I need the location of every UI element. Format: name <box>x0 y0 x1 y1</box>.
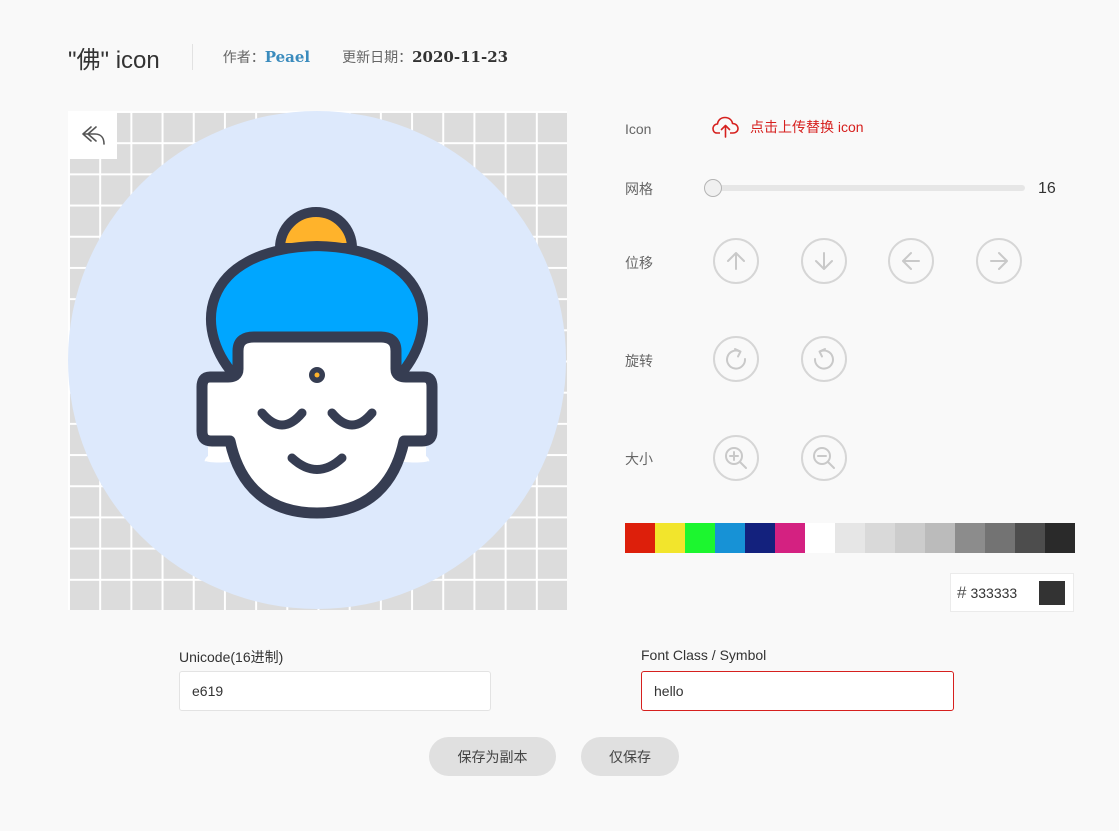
color-preview-swatch[interactable] <box>1039 580 1065 605</box>
page-header: "佛" icon 作者： Peael 更新日期： 2020-11-23 <box>68 40 508 74</box>
move-left-button[interactable] <box>888 238 934 284</box>
zoom-out-button[interactable] <box>801 435 847 481</box>
color-swatch[interactable] <box>895 523 925 553</box>
arrow-left-icon <box>902 252 920 270</box>
color-swatch[interactable] <box>655 523 685 553</box>
color-swatch[interactable] <box>805 523 835 553</box>
date-label: 更新日期： <box>342 49 413 65</box>
color-swatch[interactable] <box>1015 523 1045 553</box>
unicode-input[interactable] <box>179 671 491 711</box>
color-swatch[interactable] <box>775 523 805 553</box>
slider-thumb[interactable] <box>704 179 722 197</box>
fontclass-input[interactable] <box>641 671 954 711</box>
color-palette <box>625 523 1075 553</box>
color-swatch[interactable] <box>715 523 745 553</box>
page-title: "佛" icon <box>68 46 160 74</box>
grid-value: 16 <box>1038 180 1056 197</box>
zoom-out-icon <box>813 447 835 469</box>
zoom-in-icon <box>725 447 747 469</box>
move-down-button[interactable] <box>801 238 847 284</box>
size-label: 大小 <box>625 451 653 467</box>
icon-canvas <box>68 111 567 610</box>
move-up-button[interactable] <box>713 238 759 284</box>
color-swatch[interactable] <box>745 523 775 553</box>
arrow-right-icon <box>990 252 1008 270</box>
arrow-up-icon <box>727 252 745 270</box>
grid-slider[interactable] <box>704 178 1025 198</box>
rotate-label: 旋转 <box>625 353 653 369</box>
rotate-counterclockwise-icon <box>813 348 834 370</box>
hex-value[interactable]: 333333 <box>970 585 1039 601</box>
save-button[interactable]: 仅保存 <box>581 737 679 776</box>
move-right-button[interactable] <box>976 238 1022 284</box>
grid-label: 网格 <box>625 181 653 197</box>
rotate-clockwise-icon <box>726 348 747 370</box>
author-link[interactable]: Peael <box>265 48 310 66</box>
update-date: 2020-11-23 <box>412 48 509 66</box>
color-swatch[interactable] <box>625 523 655 553</box>
buddha-icon <box>68 111 566 609</box>
icon-label: Icon <box>625 121 652 137</box>
author-label: 作者： <box>222 49 265 65</box>
upload-icon-button[interactable]: 点击上传替换 icon <box>712 116 864 138</box>
slider-track <box>713 185 1025 191</box>
color-swatch[interactable] <box>985 523 1015 553</box>
hash-symbol: # <box>957 582 967 602</box>
cloud-upload-icon <box>712 116 739 138</box>
color-hex-input[interactable]: # 333333 <box>950 573 1074 612</box>
header-divider <box>191 44 193 70</box>
upload-text: 点击上传替换 icon <box>750 119 864 135</box>
zoom-in-button[interactable] <box>713 435 759 481</box>
undo-arrow-icon <box>81 126 105 145</box>
unicode-label: Unicode(16进制) <box>179 649 284 665</box>
arrow-down-icon <box>815 252 833 270</box>
save-as-copy-button[interactable]: 保存为副本 <box>429 737 556 776</box>
color-swatch[interactable] <box>1045 523 1075 553</box>
color-swatch[interactable] <box>685 523 715 553</box>
fontclass-label: Font Class / Symbol <box>641 647 767 663</box>
color-swatch[interactable] <box>955 523 985 553</box>
color-swatch[interactable] <box>925 523 955 553</box>
color-swatch[interactable] <box>865 523 895 553</box>
move-label: 位移 <box>625 255 653 271</box>
rotate-counterclockwise-button[interactable] <box>801 336 847 382</box>
rotate-clockwise-button[interactable] <box>713 336 759 382</box>
color-swatch[interactable] <box>835 523 865 553</box>
undo-button[interactable] <box>68 111 117 159</box>
